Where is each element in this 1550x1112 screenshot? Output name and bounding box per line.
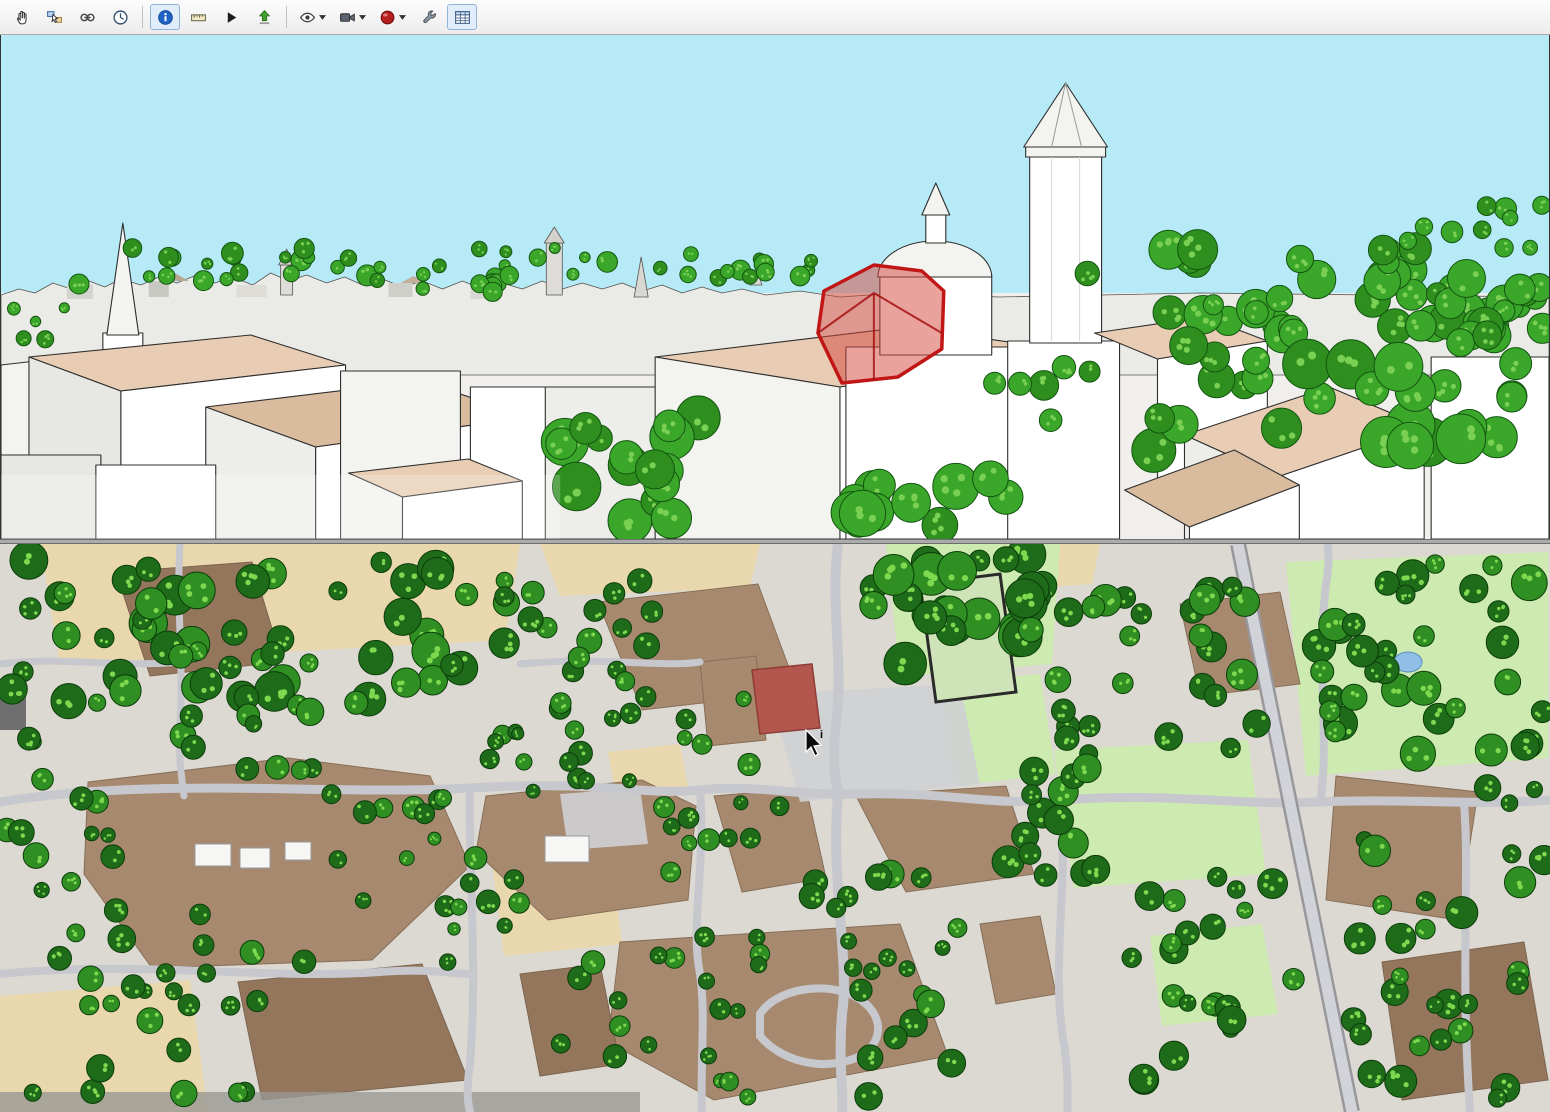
eye-icon [299, 9, 316, 26]
toolbar [0, 0, 1550, 35]
visibility-tool-button[interactable] [294, 4, 331, 30]
time-tool-button[interactable] [105, 4, 135, 30]
fog [1, 475, 560, 539]
identify-icon [157, 9, 174, 26]
measure-tool-button[interactable] [183, 4, 213, 30]
select-features-tool-button[interactable] [39, 4, 69, 30]
application-window: i [0, 0, 1550, 1112]
map-2d-canvas[interactable]: i [0, 544, 1550, 1112]
chevron-down-icon [319, 15, 326, 20]
select-features-icon [46, 9, 63, 26]
ruler-icon [190, 9, 207, 26]
scene-3d-canvas[interactable] [1, 35, 1549, 539]
render-globe-tool-button[interactable] [374, 4, 411, 30]
link-icon [79, 9, 96, 26]
toolbar-separator [286, 6, 287, 28]
scene-3d-view[interactable] [0, 35, 1550, 539]
toolbar-separator [142, 6, 143, 28]
pan-tool-button[interactable] [6, 4, 36, 30]
play-icon [223, 9, 240, 26]
hand-icon [13, 9, 30, 26]
chevron-down-icon [359, 15, 366, 20]
cursor-identify-glyph: i [820, 729, 823, 741]
chevron-down-icon [399, 15, 406, 20]
selected-building-map[interactable] [752, 664, 820, 734]
sphere-icon [379, 9, 396, 26]
wrench-icon [421, 9, 438, 26]
identify-tool-button[interactable] [150, 4, 180, 30]
settings-tool-button[interactable] [414, 4, 444, 30]
export-button[interactable] [249, 4, 279, 30]
attribute-table-button[interactable] [447, 4, 477, 30]
clock-icon [112, 9, 129, 26]
camera-icon [339, 9, 356, 26]
export-up-icon [256, 9, 273, 26]
table-icon [454, 9, 471, 26]
record-tool-button[interactable] [334, 4, 371, 30]
map-2d-view[interactable]: i [0, 544, 1550, 1112]
link-views-tool-button[interactable] [72, 4, 102, 30]
play-button[interactable] [216, 4, 246, 30]
